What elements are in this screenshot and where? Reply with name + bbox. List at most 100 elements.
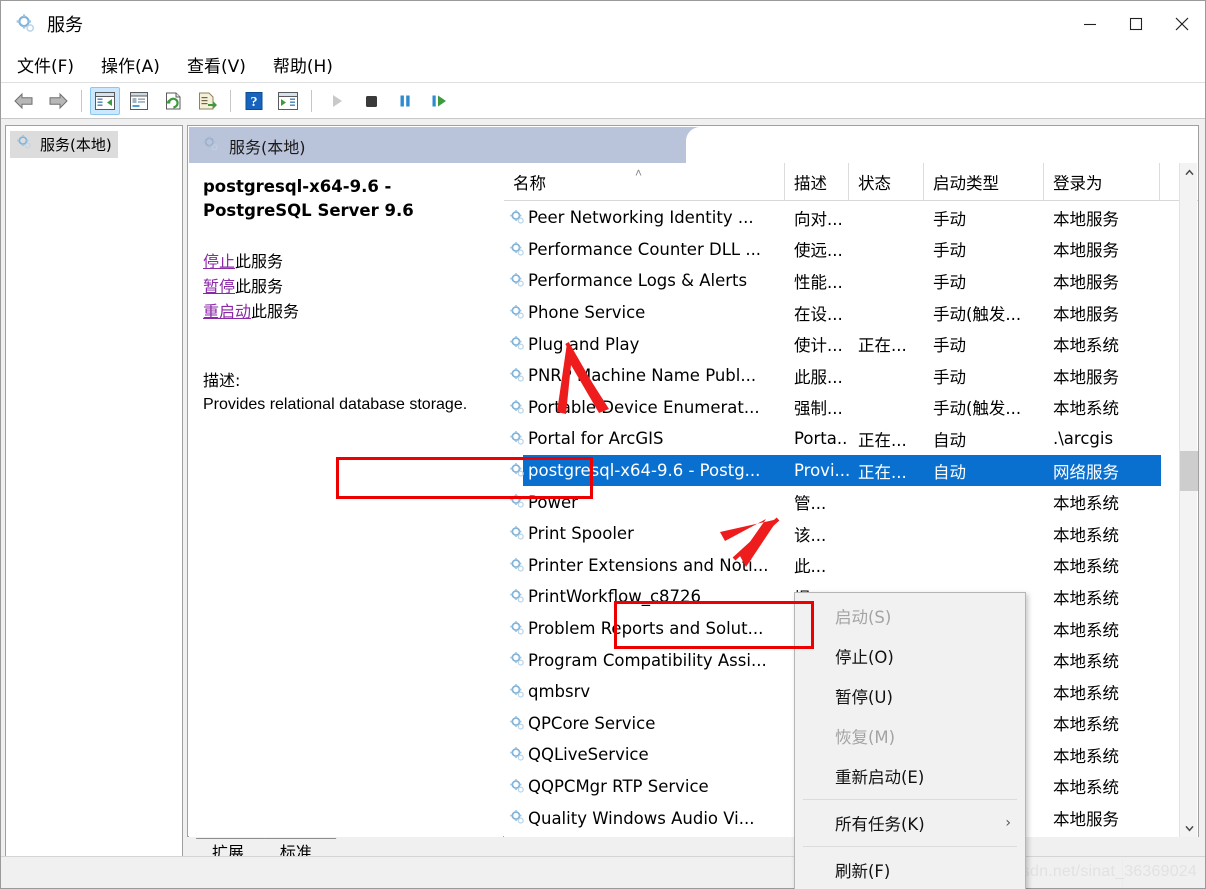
cell-startup-type: 手动(触发... — [933, 399, 1022, 419]
sidebar-item-services-local[interactable]: 服务(本地) — [10, 131, 118, 158]
stop-service-link[interactable]: 停止 — [203, 252, 235, 271]
svg-text:?: ? — [251, 95, 258, 110]
cell-service-name: Performance Logs & Alerts — [528, 271, 748, 291]
cell-log-on-as: 本地服务 — [1053, 272, 1119, 292]
cell-status — [849, 486, 924, 518]
export-list-icon[interactable] — [192, 87, 222, 115]
cell-log-on-as: 本地系统 — [1053, 778, 1119, 798]
cell-log-on-as: 本地服务 — [1053, 209, 1119, 229]
column-name[interactable]: 名称 — [504, 163, 785, 201]
cell-log-on-as: 本地系统 — [1053, 652, 1119, 672]
cell-log-on-as: 本地系统 — [1053, 399, 1119, 419]
table-row[interactable]: Portable Device Enumerat... 强制... 手动(触发...… — [504, 392, 1198, 424]
menu-file[interactable]: 文件(F) — [6, 49, 85, 80]
cell-service-name: Phone Service — [528, 303, 646, 323]
list-column-header: 名称 ˄ 描述 状态 启动类型 登录为 — [504, 163, 1198, 201]
pause-service-link[interactable]: 暂停 — [203, 277, 235, 296]
pause-service-icon[interactable] — [390, 87, 420, 115]
service-detail-pane: postgresql-x64-9.6 - PostgreSQL Server 9… — [189, 163, 503, 837]
scroll-down-arrow-icon[interactable] — [1180, 819, 1198, 837]
cell-service-name: Performance Counter DLL ... — [528, 239, 762, 259]
table-row[interactable]: postgresql-x64-9.6 - Postg... Provi... 正在.… — [504, 454, 1198, 487]
cell-log-on-as: 本地系统 — [1053, 336, 1119, 356]
column-status[interactable]: 状态 — [849, 163, 924, 201]
service-description-block: 描述: Provides relational database storage… — [203, 367, 489, 416]
close-button[interactable] — [1159, 1, 1205, 47]
toolbar-separator — [81, 89, 82, 112]
back-arrow-icon[interactable] — [9, 87, 39, 115]
minimize-button[interactable] — [1067, 1, 1113, 47]
table-row[interactable]: Power 管... 本地系统 — [504, 486, 1198, 518]
cell-service-name: QQLiveService — [528, 745, 649, 765]
table-row[interactable]: PNRP Machine Name Publ... 此服... 手动 本地服务 — [504, 360, 1198, 392]
cell-log-on-as: 网络服务 — [1053, 462, 1119, 482]
table-row[interactable]: Phone Service 在设... 手动(触发... 本地服务 — [504, 297, 1198, 329]
ctx-stop[interactable]: 停止(O) — [795, 636, 1025, 676]
console-tree-pane: 服务(本地) — [5, 125, 183, 861]
cell-startup-type — [924, 486, 1044, 518]
cell-log-on-as: 本地系统 — [1053, 683, 1119, 703]
column-startup-type[interactable]: 启动类型 — [924, 163, 1044, 201]
table-row[interactable]: Plug and Play 使计... 正在... 手动 本地系统 — [504, 328, 1198, 360]
toolbar: ? — [1, 83, 1205, 119]
table-row[interactable]: Print Spooler 该... 本地系统 — [504, 518, 1198, 550]
context-menu: 启动(S) 停止(O) 暂停(U) 恢复(M) 重新启动(E) 所有任务(K) … — [794, 592, 1026, 889]
show-hide-console-tree-icon[interactable] — [90, 86, 120, 115]
service-action-links: 停止此服务 暂停此服务 重启动此服务 — [203, 249, 489, 325]
description-label: 描述: — [203, 370, 241, 390]
cell-service-name: qmbsrv — [528, 682, 591, 702]
ctx-refresh[interactable]: 刷新(F) — [795, 850, 1025, 889]
cell-service-name: PrintWorkflow_c8726 — [528, 587, 702, 607]
table-row[interactable]: Performance Logs & Alerts 性能... 手动 本地服务 — [504, 265, 1198, 297]
cell-log-on-as: 本地服务 — [1053, 810, 1119, 830]
forward-arrow-icon[interactable] — [43, 87, 73, 115]
cell-service-name: Peer Networking Identity ... — [528, 208, 754, 228]
scrollbar-thumb[interactable] — [1180, 451, 1198, 491]
menu-help[interactable]: 帮助(H) — [262, 49, 344, 80]
restart-service-link[interactable]: 重启动 — [203, 302, 251, 321]
column-log-on-as[interactable]: 登录为 — [1044, 163, 1160, 201]
ctx-resume[interactable]: 恢复(M) — [795, 716, 1025, 756]
cell-startup-type: 自动 — [933, 462, 966, 482]
cell-description: Porta... — [794, 429, 849, 449]
cell-description: 使远... — [794, 241, 843, 261]
table-row[interactable]: Portal for ArcGIS Porta... 正在... 自动 .\arcgis — [504, 423, 1198, 455]
stop-service-line: 停止此服务 — [203, 249, 489, 274]
cell-service-name: Plug and Play — [528, 334, 640, 354]
cell-description: 管... — [794, 494, 827, 514]
cell-status: 正在... — [858, 430, 907, 450]
vertical-scrollbar[interactable] — [1179, 163, 1198, 837]
stop-service-icon[interactable] — [356, 87, 386, 115]
refresh-icon[interactable] — [158, 87, 188, 115]
table-row[interactable]: Printer Extensions and Noti... 此... 本地系统 — [504, 550, 1198, 582]
ctx-all-tasks[interactable]: 所有任务(K) › — [795, 803, 1025, 843]
scroll-up-arrow-icon[interactable] — [1180, 163, 1198, 181]
cell-description: 此服... — [794, 367, 843, 387]
submenu-chevron-right-icon: › — [1005, 815, 1011, 831]
ctx-pause[interactable]: 暂停(U) — [795, 676, 1025, 716]
cell-description: 性能... — [794, 272, 843, 292]
cell-description: 使计... — [794, 336, 843, 356]
help-icon[interactable]: ? — [239, 87, 269, 115]
cell-status: 正在... — [858, 336, 907, 356]
menu-view[interactable]: 查看(V) — [176, 49, 257, 80]
table-row[interactable]: Peer Networking Identity ... 向对... 手动 本地服务 — [504, 202, 1198, 234]
table-row[interactable]: Performance Counter DLL ... 使远... 手动 本地服务 — [504, 234, 1198, 266]
menu-action[interactable]: 操作(A) — [90, 49, 171, 80]
ctx-start[interactable]: 启动(S) — [795, 596, 1025, 636]
show-action-pane-icon[interactable] — [273, 87, 303, 115]
pane-header: 服务(本地) — [202, 134, 306, 158]
sort-ascending-icon: ˄ — [635, 166, 643, 180]
ctx-restart[interactable]: 重新启动(E) — [795, 756, 1025, 796]
toolbar-separator-3 — [311, 89, 312, 112]
window-title: 服务 — [47, 15, 83, 36]
restart-service-icon[interactable] — [424, 87, 454, 115]
cell-status — [849, 550, 924, 582]
properties-icon[interactable] — [124, 87, 154, 115]
restart-service-line: 重启动此服务 — [203, 299, 489, 324]
maximize-button[interactable] — [1113, 1, 1159, 47]
cell-status — [849, 518, 924, 550]
start-service-icon[interactable] — [322, 87, 352, 115]
column-description[interactable]: 描述 — [785, 163, 849, 201]
cell-startup-type: 手动 — [933, 272, 966, 292]
